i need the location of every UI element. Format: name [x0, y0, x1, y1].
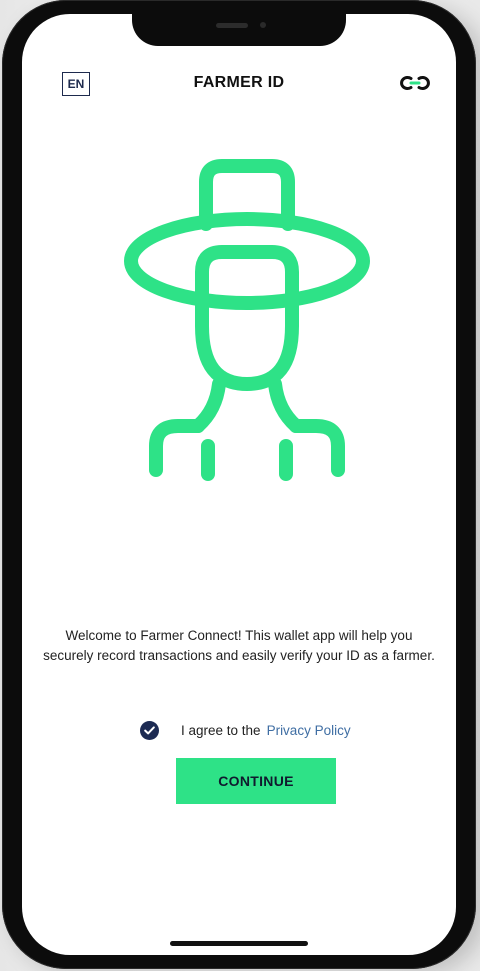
home-indicator[interactable]	[170, 941, 308, 946]
farmer-avatar-icon	[124, 159, 370, 481]
chain-link-icon[interactable]	[396, 72, 434, 94]
agree-label: I agree to the	[181, 722, 261, 738]
phone-frame: EN FARMER ID Welcome to Farmer Connect! …	[2, 0, 476, 969]
app-screen: EN FARMER ID Welcome to Farmer Connect! …	[22, 14, 456, 955]
welcome-message: Welcome to Farmer Connect! This wallet a…	[43, 628, 435, 663]
speaker	[216, 23, 248, 28]
privacy-policy-link[interactable]: Privacy Policy	[267, 723, 351, 738]
continue-button[interactable]: CONTINUE	[176, 758, 336, 804]
notch	[132, 14, 346, 46]
page-title: FARMER ID	[193, 74, 285, 91]
privacy-consent-row: I agree to the Privacy Policy	[140, 718, 351, 742]
front-camera	[260, 22, 266, 28]
check-icon	[144, 725, 155, 734]
agree-checkbox[interactable]	[140, 720, 159, 740]
